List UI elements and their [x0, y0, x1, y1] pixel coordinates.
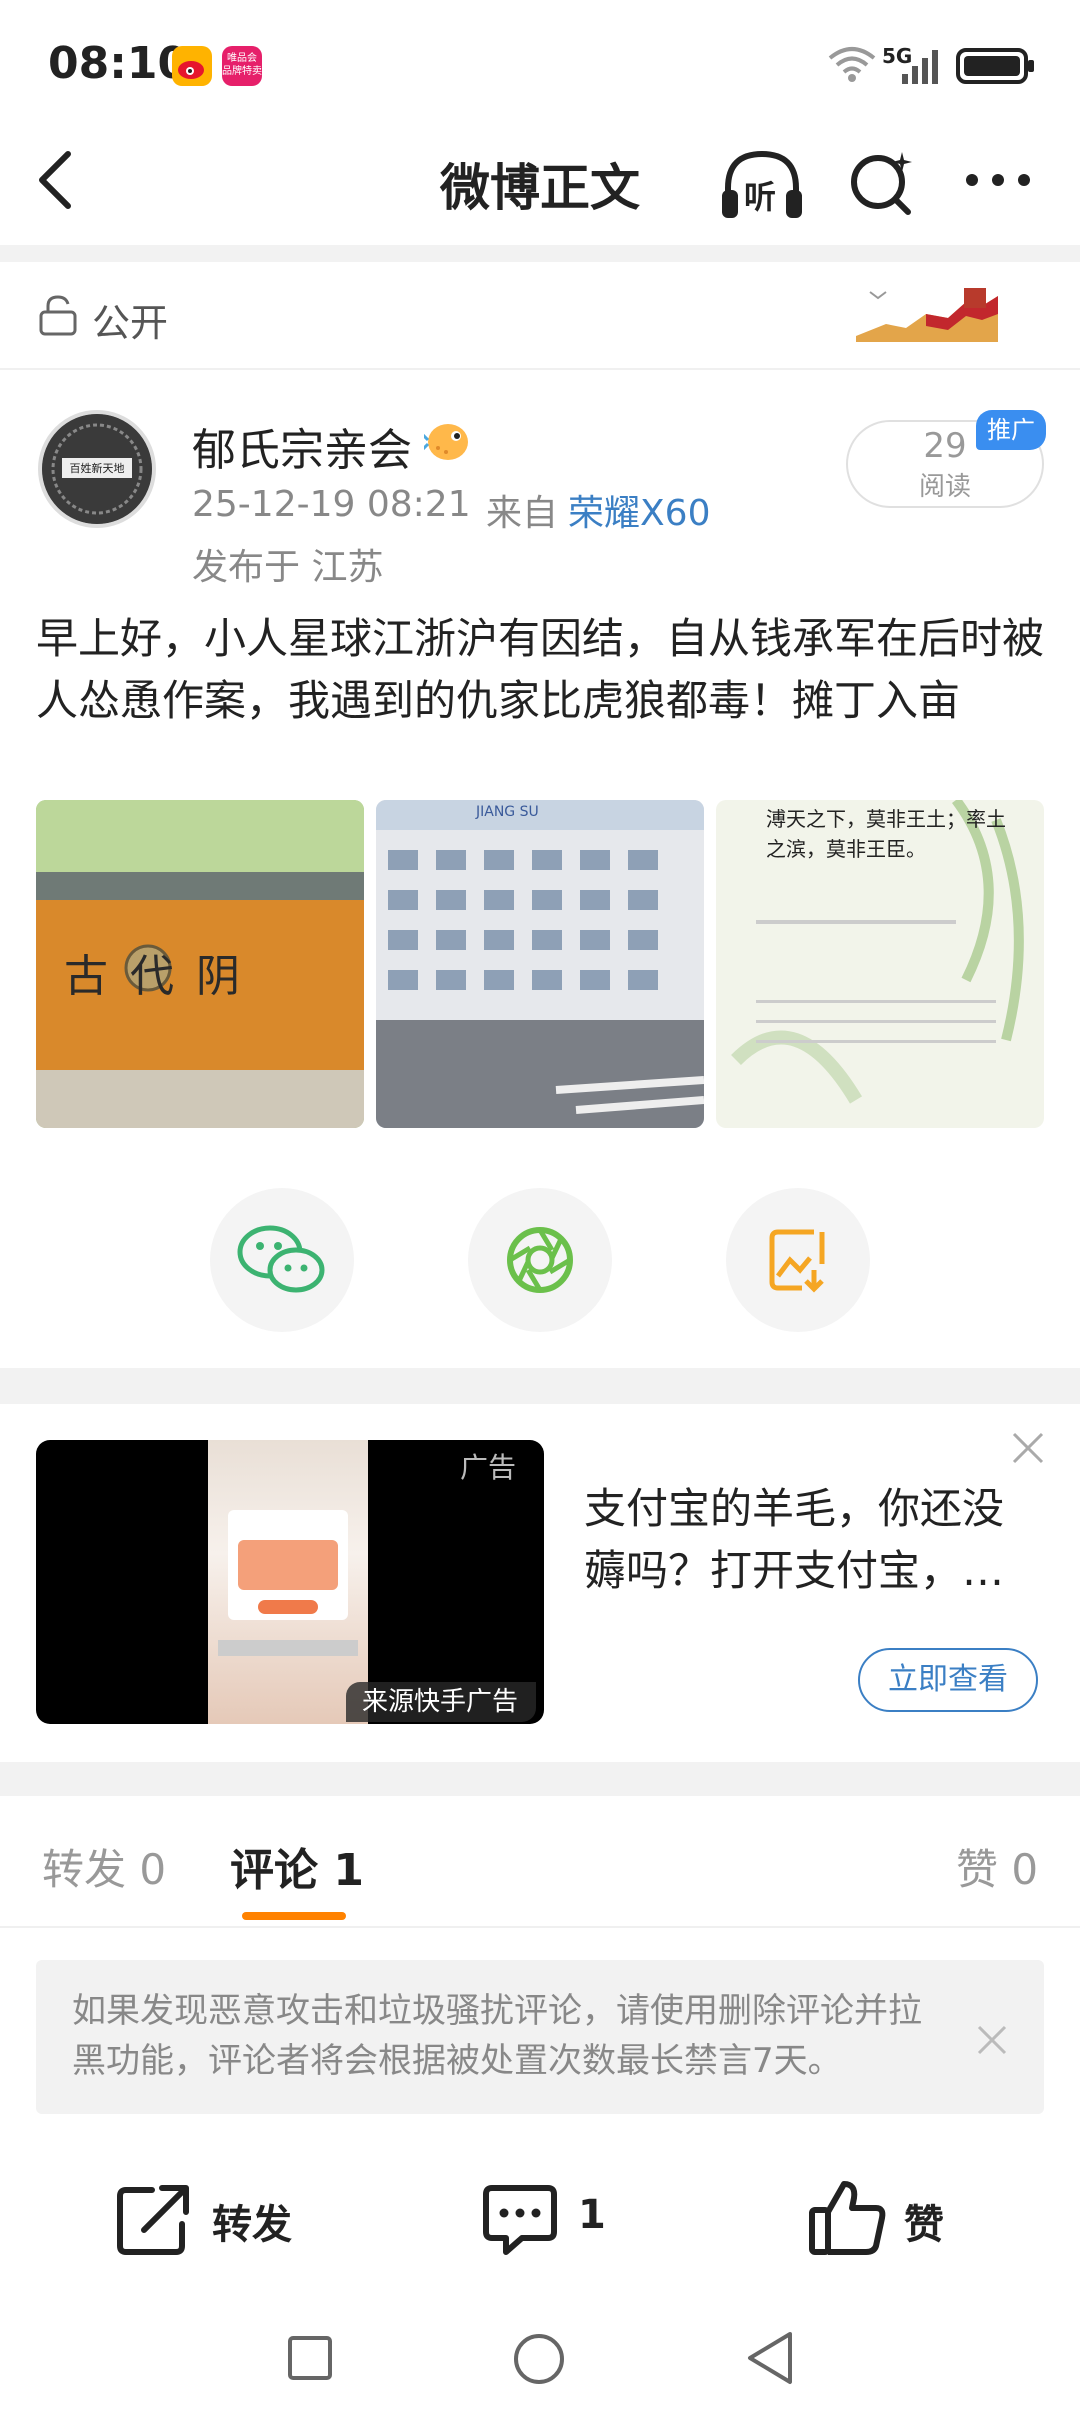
ad-cta-button[interactable]: 立即查看 — [858, 1648, 1038, 1712]
more-button[interactable] — [964, 170, 1032, 194]
weibo-notification-icon — [172, 46, 212, 86]
comment-icon — [483, 2185, 557, 2255]
great-wall-decoration — [856, 278, 998, 342]
avatar-text: 百姓新天地 — [69, 462, 125, 475]
signal-icon — [900, 48, 940, 90]
post-location: 发布于 江苏 — [192, 547, 384, 588]
search-icon — [851, 152, 912, 215]
repost-label[interactable]: 转发 — [212, 2192, 292, 2250]
section-divider — [0, 1762, 1080, 1796]
circle-icon — [514, 2334, 564, 2384]
thumbs-up-icon — [809, 2181, 886, 2255]
post-text: 早上好，小人星球江浙沪有因结，自从钱承军在后时被人怂恿作案，我遇到的仇家比虎狼都… — [36, 614, 1045, 725]
ad-source: 来源快手广告 — [346, 1682, 536, 1722]
like-label[interactable]: 赞 — [904, 2192, 944, 2250]
system-back-button[interactable] — [744, 2330, 796, 2390]
image-1-caption: 古 代 阴 — [64, 951, 244, 1002]
active-tab-indicator — [242, 1912, 346, 1920]
more-dots-icon — [966, 174, 1030, 186]
vip-notification-icon: 唯品会 品牌特卖 — [222, 46, 262, 86]
wifi-icon — [826, 44, 878, 88]
ad-close-button[interactable] — [1010, 1430, 1046, 1470]
author-avatar[interactable]: 百姓新天地 — [38, 410, 156, 528]
unlock-icon — [38, 294, 78, 340]
square-icon — [288, 2336, 332, 2380]
close-icon — [977, 2025, 1007, 2055]
close-icon — [1012, 1432, 1044, 1464]
home-button[interactable] — [512, 2332, 566, 2390]
ad-title[interactable]: 支付宝的羊毛，你还没薅吗？打开支付宝，… — [584, 1478, 1044, 1602]
search-button[interactable] — [848, 148, 916, 222]
tab-repost[interactable]: 转发 0 — [42, 1836, 166, 1897]
author-name[interactable]: 郁氏宗亲会 — [192, 414, 412, 478]
listen-label: 听 — [744, 178, 777, 216]
ad-video-frame — [208, 1440, 368, 1724]
image-2-caption: JIANG SU — [476, 804, 539, 820]
battery-icon — [956, 46, 1036, 90]
post-image-1[interactable]: 古 代 阴 — [36, 800, 364, 1128]
like-button[interactable] — [806, 2176, 890, 2264]
comment-button[interactable] — [480, 2180, 560, 2264]
comment-notice-text: 如果发现恶意攻击和垃圾骚扰评论，请使用删除评论并拉黑功能，评论者将会根据被处置次… — [72, 1991, 922, 2081]
image-3-caption: 溥天之下，莫非王土；率土之滨，莫非王臣。 — [766, 807, 1006, 861]
status-time: 08:10 — [48, 38, 189, 89]
comment-count[interactable]: 1 — [578, 2192, 606, 2238]
triangle-back-icon — [748, 2332, 792, 2384]
pufferfish-badge-icon — [420, 418, 474, 464]
visibility-label: 公开 — [92, 301, 169, 345]
post-timestamp: 25-12-19 08:21 — [192, 484, 471, 525]
listen-button[interactable]: 听 — [720, 148, 804, 222]
section-divider — [0, 1368, 1080, 1404]
repost-icon — [117, 2185, 189, 2255]
share-moments-button[interactable] — [468, 1188, 612, 1332]
recent-apps-button[interactable] — [286, 2334, 334, 2386]
page-title: 微博正文 — [440, 159, 640, 217]
share-wechat-button[interactable] — [210, 1188, 354, 1332]
notice-close-button[interactable] — [976, 2024, 1008, 2060]
post-device-link[interactable]: 荣耀X60 — [568, 484, 710, 536]
tab-like[interactable]: 赞 0 — [956, 1836, 1038, 1897]
post-image-2[interactable]: JIANG SU — [376, 800, 704, 1128]
wechat-icon — [237, 1225, 325, 1293]
save-image-icon — [769, 1229, 825, 1293]
moments-icon — [507, 1227, 573, 1293]
save-image-button[interactable] — [726, 1188, 870, 1332]
section-divider — [0, 245, 1080, 262]
promo-tag: 推广 — [976, 410, 1046, 450]
post-source-label: 来自 — [486, 493, 559, 534]
ad-label: 广告 — [460, 1451, 517, 1484]
read-label: 阅读 — [918, 472, 971, 502]
tab-comment[interactable]: 评论 1 — [230, 1834, 364, 1898]
post-image-3[interactable]: 溥天之下，莫非王土；率土之滨，莫非王臣。 — [716, 800, 1044, 1128]
